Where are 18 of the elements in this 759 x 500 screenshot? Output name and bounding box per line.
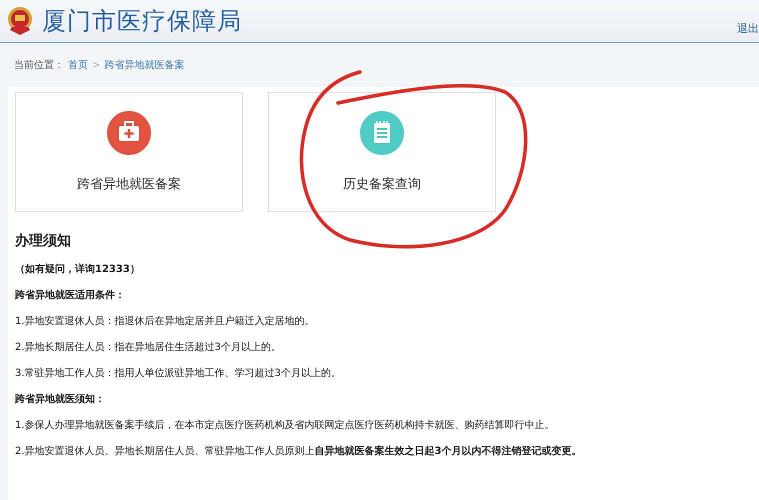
notice-text: 1.异地安置退休人员：指退休后在异地定居并且户籍迁入定居地的。: [15, 315, 316, 329]
notice-text: 2.异地长期居住人员：指在异地居住生活超过3个月以上的。: [15, 341, 282, 355]
notice-heading: 跨省异地就医适用条件：: [15, 289, 126, 303]
site-title: 厦门市医疗保障局: [42, 6, 242, 37]
notice-text: 1.参保人办理异地就医备案手续后，在本市定点医疗医药机构及省内联网定点医疗医药机构持卡就医、购药结算即行中止。: [15, 419, 556, 433]
breadcrumb-separator: >: [92, 60, 100, 70]
emblem-icon: [6, 6, 34, 36]
breadcrumb-label: 当前位置：: [14, 58, 64, 72]
logout-link[interactable]: 退出: [737, 21, 759, 36]
notice-heading: 跨省异地就医须知：: [15, 393, 106, 407]
service-card[interactable]: 历史备案查询: [268, 92, 496, 212]
notice-text: 3.常驻异地工作人员：指用人单位派驻异地工作、学习超过3个月以上的。: [15, 367, 342, 381]
section-title: 办理须知: [15, 232, 72, 250]
breadcrumb-link[interactable]: 首页: [68, 58, 88, 72]
notice-heading: （如有疑问，详询12333）: [15, 263, 141, 277]
service-card[interactable]: 跨省异地就医备案: [15, 92, 243, 212]
breadcrumb-link[interactable]: 跨省异地就医备案: [104, 58, 184, 72]
notice-text: 2.异地安置退休人员、异地长期居住人员、常驻异地工作人员原则上自异地就医备案生效之日起3个月以内不得注销登记或变更。: [15, 445, 583, 459]
